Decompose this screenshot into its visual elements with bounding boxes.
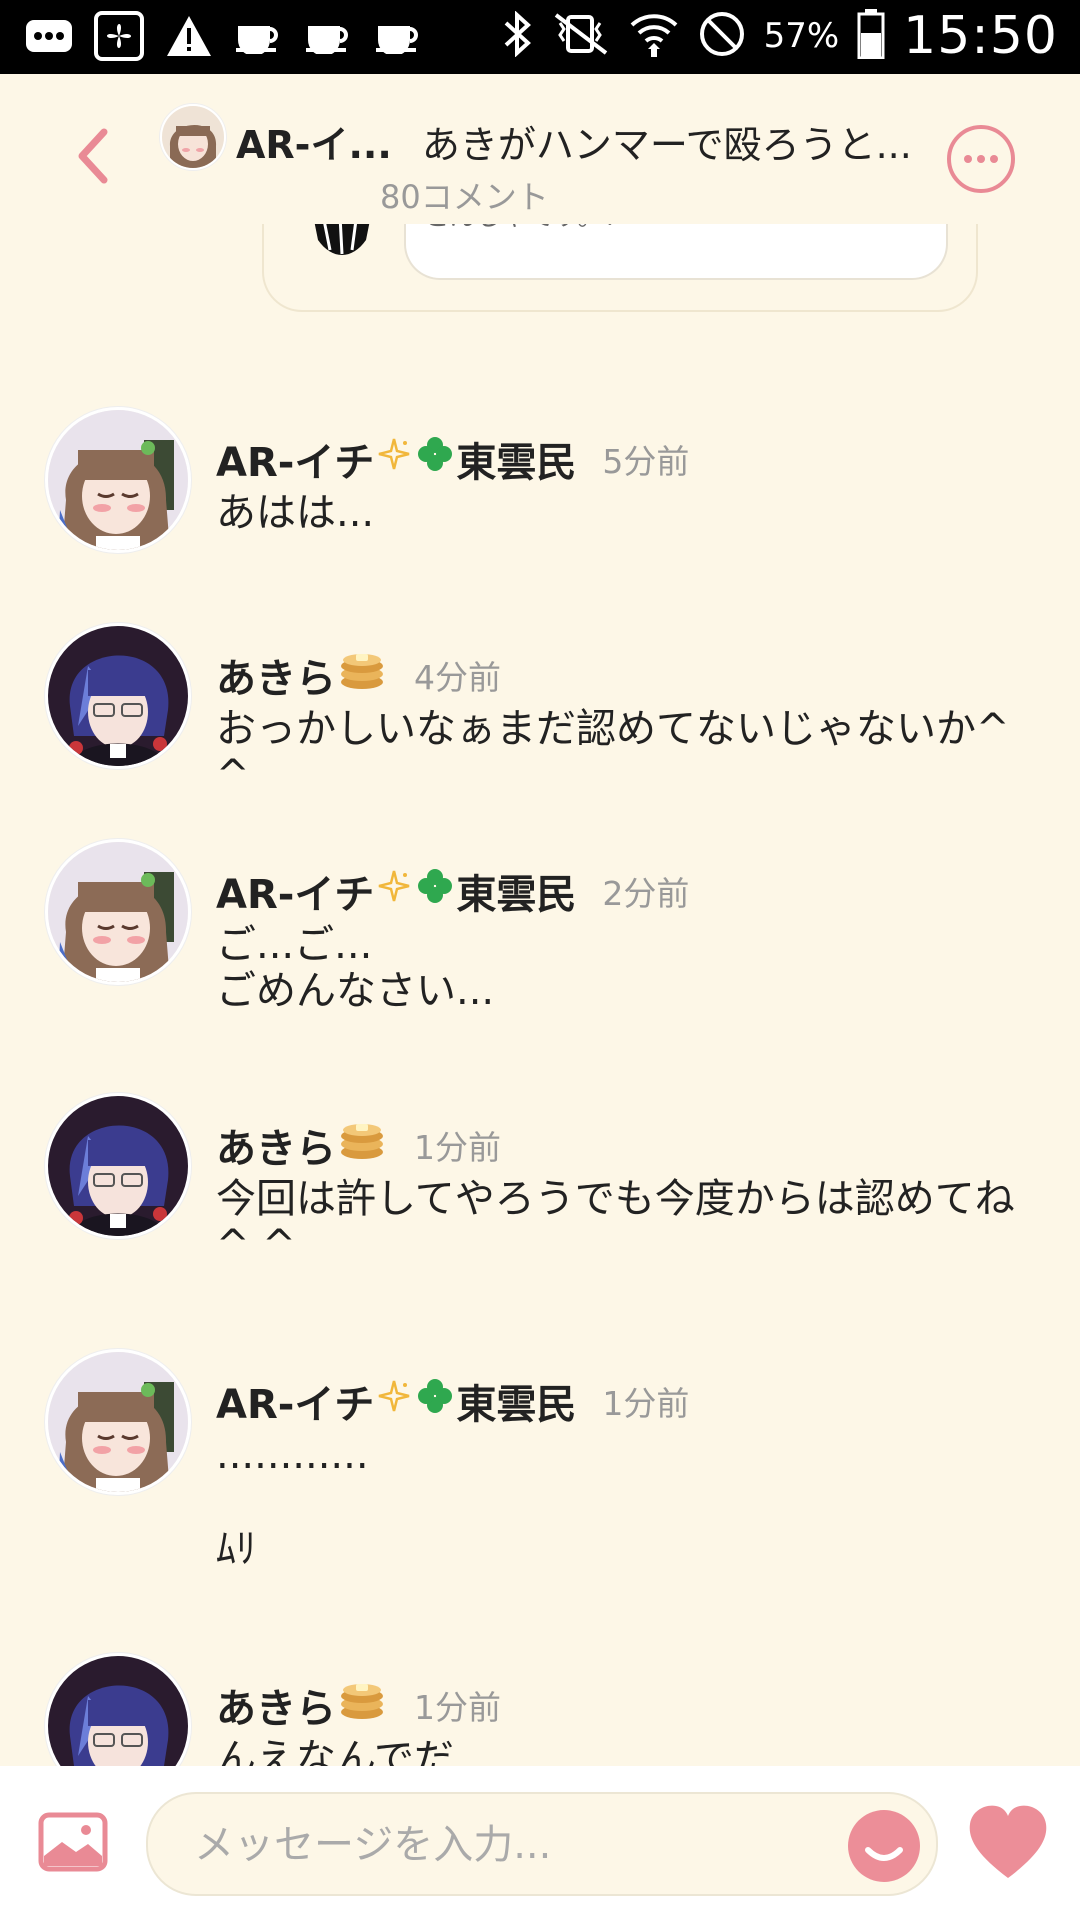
pancake-emoji-icon bbox=[338, 1118, 386, 1172]
comment-text: ご...ご... ごめんなさい... bbox=[216, 922, 495, 1014]
cup-icon bbox=[234, 12, 284, 60]
comment-author[interactable]: AR-イチ 東雲民 1分前 bbox=[216, 1372, 689, 1430]
author-name: AR-イチ bbox=[216, 1382, 375, 1428]
comment-author[interactable]: AR-イチ 東雲民 5分前 bbox=[216, 430, 689, 488]
message-composer bbox=[0, 1766, 1080, 1920]
do-not-disturb-icon bbox=[698, 10, 746, 62]
comment-time: 4分前 bbox=[414, 658, 501, 697]
clover-icon bbox=[416, 1377, 454, 1425]
comment-time: 1分前 bbox=[602, 1384, 690, 1423]
message-field[interactable] bbox=[146, 1792, 938, 1896]
user-avatar[interactable] bbox=[48, 626, 188, 766]
cup-icon bbox=[304, 12, 354, 60]
clover-icon bbox=[416, 435, 454, 483]
author-name: AR-イチ bbox=[216, 440, 375, 486]
comment-author[interactable]: あきら 1分前 bbox=[216, 1116, 501, 1174]
fan-app-icon bbox=[94, 11, 144, 61]
user-avatar[interactable] bbox=[48, 1096, 188, 1236]
comment-author[interactable]: AR-イチ 東雲民 2分前 bbox=[216, 862, 689, 920]
author-suffix: 東雲民 bbox=[456, 872, 577, 918]
comment-time: 1分前 bbox=[414, 1128, 501, 1167]
header-avatar[interactable] bbox=[160, 104, 226, 170]
thread-title: AR-イ... あきがハンマーで殴ろうと... bbox=[236, 114, 916, 169]
like-heart-button[interactable] bbox=[966, 1802, 1050, 1882]
author-name: あきら bbox=[216, 1126, 336, 1172]
cup-icon bbox=[374, 12, 424, 60]
sparkle-icon bbox=[376, 1378, 412, 1424]
user-avatar[interactable] bbox=[48, 1352, 188, 1492]
sticker-button[interactable] bbox=[848, 1810, 920, 1882]
message-input[interactable] bbox=[192, 1816, 796, 1874]
thread-author: AR-イ... bbox=[236, 123, 392, 167]
thread-title-text: あきがハンマーで殴ろうと... bbox=[421, 123, 912, 167]
comment-text: ............ ﾑﾘ bbox=[216, 1432, 369, 1572]
vibrate-icon bbox=[550, 11, 610, 61]
user-avatar[interactable] bbox=[48, 842, 188, 982]
comment-author[interactable]: あきら 4分前 bbox=[216, 646, 501, 704]
comment-text: 今回は許してやろうでも今度からは認めてね ^ ^ bbox=[216, 1176, 1015, 1268]
wifi-icon bbox=[628, 9, 680, 63]
comment-author[interactable]: あきら 1分前 bbox=[216, 1676, 501, 1734]
author-name: AR-イチ bbox=[216, 872, 375, 918]
user-avatar[interactable] bbox=[48, 410, 188, 550]
warning-icon bbox=[164, 12, 214, 60]
battery-icon bbox=[857, 9, 885, 63]
comment-time: 1分前 bbox=[414, 1688, 501, 1727]
pancake-emoji-icon bbox=[338, 1678, 386, 1732]
author-name: あきら bbox=[216, 656, 336, 702]
battery-percent: 57% bbox=[763, 16, 840, 56]
author-name: あきら bbox=[216, 1686, 336, 1732]
author-suffix: 東雲民 bbox=[456, 1382, 577, 1428]
back-button[interactable] bbox=[70, 126, 120, 186]
pancake-emoji-icon bbox=[338, 648, 386, 702]
status-bar: 57% 15:50 bbox=[0, 0, 1080, 74]
bluetooth-icon bbox=[502, 10, 532, 61]
clock-time: 15:50 bbox=[903, 6, 1058, 66]
more-options-button[interactable] bbox=[946, 124, 1016, 194]
comment-text: おっかしいなぁまだ認めてないじゃないか^ ^ bbox=[216, 706, 1010, 798]
author-suffix: 東雲民 bbox=[456, 440, 577, 486]
thread-header: AR-イ... あきがハンマーで殴ろうと... 80コメント bbox=[0, 74, 1080, 224]
comment-time: 2分前 bbox=[602, 874, 690, 913]
sparkle-icon bbox=[376, 436, 412, 482]
more-notification-icon bbox=[24, 12, 74, 60]
sparkle-icon bbox=[376, 868, 412, 914]
quoted-post-bubble: どんじゃてす。！ bbox=[404, 204, 948, 280]
attach-image-button[interactable] bbox=[38, 1812, 108, 1872]
comment-count: 80コメント bbox=[380, 178, 549, 216]
comment-time: 5分前 bbox=[602, 442, 690, 481]
clover-icon bbox=[416, 867, 454, 915]
comment-text: あはは... bbox=[216, 490, 375, 536]
